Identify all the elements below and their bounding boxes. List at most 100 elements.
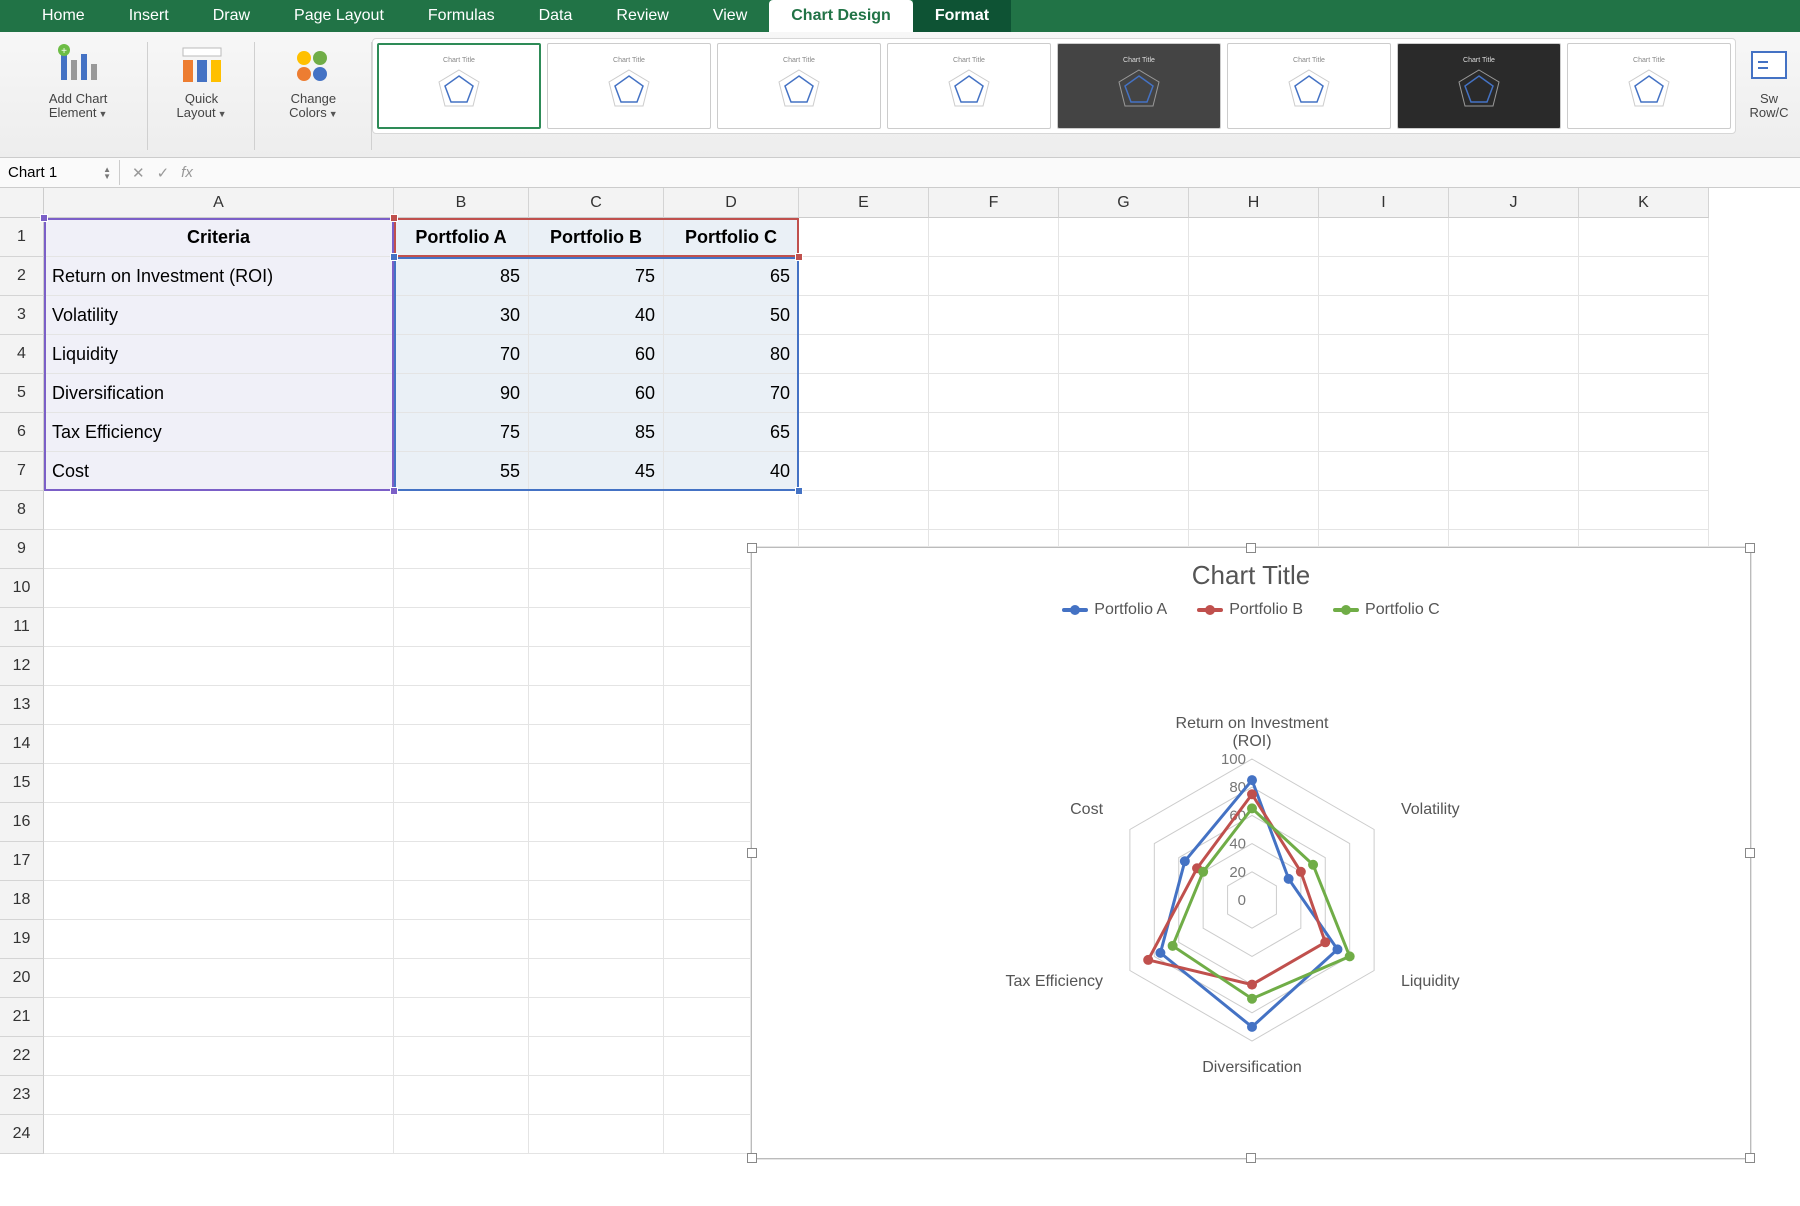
enter-icon[interactable]: ✓: [157, 164, 170, 182]
chart-title[interactable]: Chart Title: [752, 560, 1750, 591]
resize-handle[interactable]: [1246, 543, 1256, 553]
chart-object[interactable]: Chart Title Portfolio APortfolio BPortfo…: [751, 547, 1751, 1159]
cell-H4[interactable]: [1189, 335, 1319, 374]
resize-handle[interactable]: [1745, 543, 1755, 553]
spreadsheet-grid[interactable]: ABCDEFGHIJK 1234567891011121314151617181…: [0, 188, 1800, 1206]
cell-F4[interactable]: [929, 335, 1059, 374]
cell-J6[interactable]: [1449, 413, 1579, 452]
cell-E8[interactable]: [799, 491, 929, 530]
cell-H8[interactable]: [1189, 491, 1319, 530]
cell-C22[interactable]: [529, 1037, 664, 1076]
row-header-13[interactable]: 13: [0, 686, 44, 725]
row-header-6[interactable]: 6: [0, 413, 44, 452]
cell-B22[interactable]: [394, 1037, 529, 1076]
radar-point[interactable]: [1296, 867, 1306, 877]
select-all-corner[interactable]: [0, 188, 44, 218]
cell-A4[interactable]: Liquidity: [44, 335, 394, 374]
cell-B5[interactable]: 90: [394, 374, 529, 413]
cell-K4[interactable]: [1579, 335, 1709, 374]
cell-I6[interactable]: [1319, 413, 1449, 452]
cell-H7[interactable]: [1189, 452, 1319, 491]
row-header-9[interactable]: 9: [0, 530, 44, 569]
ribbon-tab-format[interactable]: Format: [913, 0, 1011, 32]
cell-B8[interactable]: [394, 491, 529, 530]
cell-H5[interactable]: [1189, 374, 1319, 413]
cell-C20[interactable]: [529, 959, 664, 998]
chart-style-7[interactable]: Chart Title: [1397, 43, 1561, 129]
cell-D3[interactable]: 50: [664, 296, 799, 335]
cell-D5[interactable]: 70: [664, 374, 799, 413]
cell-G7[interactable]: [1059, 452, 1189, 491]
cell-A6[interactable]: Tax Efficiency: [44, 413, 394, 452]
cell-G3[interactable]: [1059, 296, 1189, 335]
fx-icon[interactable]: fx: [181, 164, 193, 181]
cell-A3[interactable]: Volatility: [44, 296, 394, 335]
radar-point[interactable]: [1247, 1022, 1257, 1032]
cell-A18[interactable]: [44, 881, 394, 920]
col-header-B[interactable]: B: [394, 188, 529, 218]
cell-I2[interactable]: [1319, 257, 1449, 296]
cell-A8[interactable]: [44, 491, 394, 530]
cell-A15[interactable]: [44, 764, 394, 803]
cell-A20[interactable]: [44, 959, 394, 998]
cell-A17[interactable]: [44, 842, 394, 881]
ribbon-tab-home[interactable]: Home: [20, 0, 107, 32]
row-header-4[interactable]: 4: [0, 335, 44, 374]
cell-F7[interactable]: [929, 452, 1059, 491]
chart-style-5[interactable]: Chart Title: [1057, 43, 1221, 129]
resize-handle[interactable]: [747, 1153, 757, 1163]
cell-B16[interactable]: [394, 803, 529, 842]
cell-F6[interactable]: [929, 413, 1059, 452]
cell-J3[interactable]: [1449, 296, 1579, 335]
change-colors-group[interactable]: Change Colors▼: [255, 36, 372, 154]
cell-I7[interactable]: [1319, 452, 1449, 491]
cell-B6[interactable]: 75: [394, 413, 529, 452]
row-header-16[interactable]: 16: [0, 803, 44, 842]
cell-I4[interactable]: [1319, 335, 1449, 374]
cell-C24[interactable]: [529, 1115, 664, 1154]
row-header-24[interactable]: 24: [0, 1115, 44, 1154]
cell-C12[interactable]: [529, 647, 664, 686]
cell-H2[interactable]: [1189, 257, 1319, 296]
cell-B11[interactable]: [394, 608, 529, 647]
cell-G8[interactable]: [1059, 491, 1189, 530]
resize-handle[interactable]: [1745, 1153, 1755, 1163]
legend-item-portfolio-b[interactable]: Portfolio B: [1197, 601, 1303, 619]
row-header-18[interactable]: 18: [0, 881, 44, 920]
chart-style-1[interactable]: Chart Title: [377, 43, 541, 129]
cell-K8[interactable]: [1579, 491, 1709, 530]
col-header-I[interactable]: I: [1319, 188, 1449, 218]
col-header-G[interactable]: G: [1059, 188, 1189, 218]
cell-K6[interactable]: [1579, 413, 1709, 452]
col-header-F[interactable]: F: [929, 188, 1059, 218]
radar-point[interactable]: [1198, 867, 1208, 877]
cell-K5[interactable]: [1579, 374, 1709, 413]
cell-H3[interactable]: [1189, 296, 1319, 335]
col-header-E[interactable]: E: [799, 188, 929, 218]
switch-row-col-group[interactable]: Sw Row/C: [1736, 36, 1792, 154]
add-chart-element-group[interactable]: + Add Chart Element▼: [8, 36, 148, 154]
cell-C4[interactable]: 60: [529, 335, 664, 374]
resize-handle[interactable]: [747, 848, 757, 858]
ribbon-tab-draw[interactable]: Draw: [191, 0, 272, 32]
cell-B18[interactable]: [394, 881, 529, 920]
cell-B2[interactable]: 85: [394, 257, 529, 296]
cell-I3[interactable]: [1319, 296, 1449, 335]
cell-B1[interactable]: Portfolio A: [394, 218, 529, 257]
col-header-D[interactable]: D: [664, 188, 799, 218]
cell-A11[interactable]: [44, 608, 394, 647]
cell-C19[interactable]: [529, 920, 664, 959]
legend-item-portfolio-c[interactable]: Portfolio C: [1333, 601, 1440, 619]
chart-style-2[interactable]: Chart Title: [547, 43, 711, 129]
chart-legend[interactable]: Portfolio APortfolio BPortfolio C: [752, 601, 1750, 619]
chart-style-4[interactable]: Chart Title: [887, 43, 1051, 129]
cell-C9[interactable]: [529, 530, 664, 569]
row-header-3[interactable]: 3: [0, 296, 44, 335]
radar-point[interactable]: [1247, 775, 1257, 785]
radar-plot[interactable]: 020406080100Return on Investment(ROI)Vol…: [752, 619, 1752, 1121]
cell-A5[interactable]: Diversification: [44, 374, 394, 413]
name-box-stepper[interactable]: ▲▼: [103, 166, 111, 180]
radar-point[interactable]: [1332, 944, 1342, 954]
resize-handle[interactable]: [1745, 848, 1755, 858]
cell-E7[interactable]: [799, 452, 929, 491]
